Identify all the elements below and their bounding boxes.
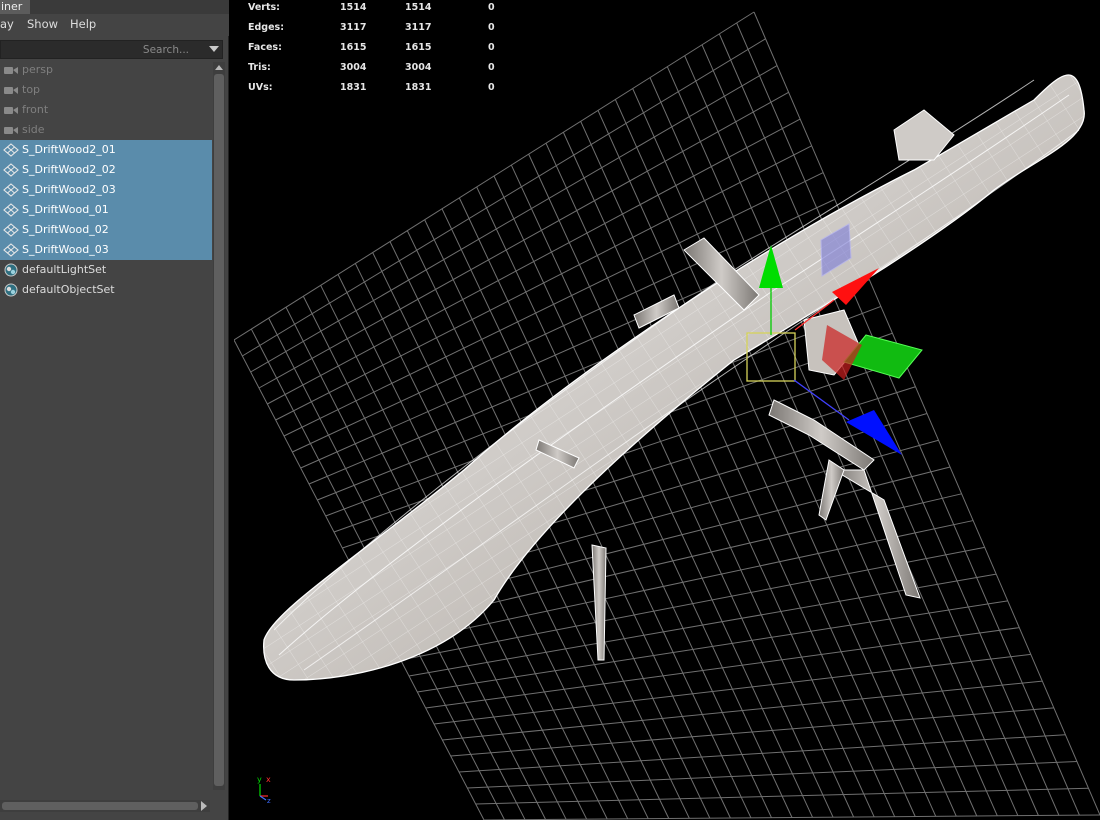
outliner-item-s-driftwood-02[interactable]: S_DriftWood_02 — [0, 220, 212, 240]
outliner-item-s-driftwood-03[interactable]: S_DriftWood_03 — [0, 240, 212, 260]
poly-count-hud: Verts: 1514 1514 0 Edges: 3117 3117 0 Faces: 1615… — [248, 1, 508, 101]
outliner-item-persp[interactable]: persp — [0, 60, 212, 80]
mesh-icon — [3, 223, 19, 237]
hud-v2: 3004 — [405, 62, 432, 73]
hud-label: Verts: — [248, 2, 280, 13]
menu-display[interactable]: ay — [0, 17, 14, 31]
hud-label: UVs: — [248, 82, 273, 93]
hud-row-tris: Tris: 3004 3004 0 — [248, 61, 508, 81]
hud-row-uvs: UVs: 1831 1831 0 — [248, 81, 508, 101]
axis-label-x: x — [266, 775, 271, 784]
outliner-item-label: S_DriftWood_03 — [22, 243, 109, 256]
search-input[interactable] — [1, 41, 205, 58]
hud-v3: 0 — [488, 42, 495, 53]
hud-v2: 1831 — [405, 82, 432, 93]
outliner-item-front[interactable]: front — [0, 100, 212, 120]
outliner-item-label: persp — [22, 63, 53, 76]
hud-row-verts: Verts: 1514 1514 0 — [248, 1, 508, 21]
mesh-icon — [3, 163, 19, 177]
scroll-right-icon[interactable] — [201, 801, 207, 811]
menu-show[interactable]: Show — [27, 17, 58, 31]
scroll-up-icon[interactable] — [213, 62, 225, 72]
outliner-item-label: S_DriftWood2_03 — [22, 183, 116, 196]
axis-label-y: y — [257, 775, 262, 784]
camera-icon — [3, 63, 19, 77]
viewport-scene[interactable] — [234, 0, 1100, 820]
outliner-list: persp top front side S_DriftWood2_01 S_DriftW… — [0, 60, 212, 300]
hud-v3: 0 — [488, 82, 495, 93]
axis-label-z: z — [267, 797, 271, 804]
outliner-item-label: side — [22, 123, 45, 136]
outliner-item-s-driftwood2-03[interactable]: S_DriftWood2_03 — [0, 180, 212, 200]
set-icon — [3, 263, 19, 277]
hud-v1: 1615 — [340, 42, 367, 53]
outliner-item-label: S_DriftWood_01 — [22, 203, 109, 216]
set-icon — [3, 283, 19, 297]
hud-label: Tris: — [248, 62, 271, 73]
hud-v1: 3117 — [340, 22, 367, 33]
hud-v3: 0 — [488, 2, 495, 13]
vertical-scrollbar-thumb[interactable] — [214, 74, 224, 786]
mesh-icon — [3, 243, 19, 257]
outliner-titlebar: iner — [0, 0, 229, 14]
mesh-icon — [3, 183, 19, 197]
hud-row-edges: Edges: 3117 3117 0 — [248, 21, 508, 41]
camera-icon — [3, 103, 19, 117]
mesh-icon — [3, 203, 19, 217]
horizontal-scrollbar-thumb[interactable] — [2, 802, 198, 810]
hud-v1: 1831 — [340, 82, 367, 93]
mesh-icon — [3, 143, 19, 157]
hud-label: Edges: — [248, 22, 284, 33]
outliner-item-defaultobjectset[interactable]: defaultObjectSet — [0, 280, 212, 300]
camera-icon — [3, 83, 19, 97]
hud-v3: 0 — [488, 22, 495, 33]
view-axis-indicator: y x z — [257, 775, 271, 804]
outliner-item-label: S_DriftWood2_01 — [22, 143, 116, 156]
outliner-item-label: S_DriftWood_02 — [22, 223, 109, 236]
outliner-item-s-driftwood2-01[interactable]: S_DriftWood2_01 — [0, 140, 212, 160]
outliner-panel: iner ay Show Help persp top front side S_Dri… — [0, 0, 229, 820]
search-box — [0, 40, 223, 59]
outliner-item-top[interactable]: top — [0, 80, 212, 100]
outliner-item-label: top — [22, 83, 41, 96]
hud-v2: 3117 — [405, 22, 432, 33]
outliner-tab[interactable]: iner — [0, 0, 30, 14]
outliner-item-label: S_DriftWood2_02 — [22, 163, 116, 176]
outliner-item-label: defaultLightSet — [22, 263, 107, 276]
hud-row-faces: Faces: 1615 1615 0 — [248, 41, 508, 61]
outliner-menubar: ay Show Help — [0, 14, 229, 36]
outliner-item-s-driftwood-01[interactable]: S_DriftWood_01 — [0, 200, 212, 220]
outliner-item-label: defaultObjectSet — [22, 283, 115, 296]
outliner-item-defaultlightset[interactable]: defaultLightSet — [0, 260, 212, 280]
hud-v3: 0 — [488, 62, 495, 73]
camera-icon — [3, 123, 19, 137]
viewport-persp[interactable]: Verts: 1514 1514 0 Edges: 3117 3117 0 Faces: 1615… — [234, 0, 1100, 820]
outliner-item-label: front — [22, 103, 49, 116]
menu-help[interactable]: Help — [70, 17, 96, 31]
hud-v1: 1514 — [340, 2, 367, 13]
hud-v2: 1514 — [405, 2, 432, 13]
hud-v2: 1615 — [405, 42, 432, 53]
search-dropdown-icon[interactable] — [209, 46, 219, 52]
outliner-item-s-driftwood2-02[interactable]: S_DriftWood2_02 — [0, 160, 212, 180]
outliner-item-side[interactable]: side — [0, 120, 212, 140]
hud-v1: 3004 — [340, 62, 367, 73]
hud-label: Faces: — [248, 42, 282, 53]
